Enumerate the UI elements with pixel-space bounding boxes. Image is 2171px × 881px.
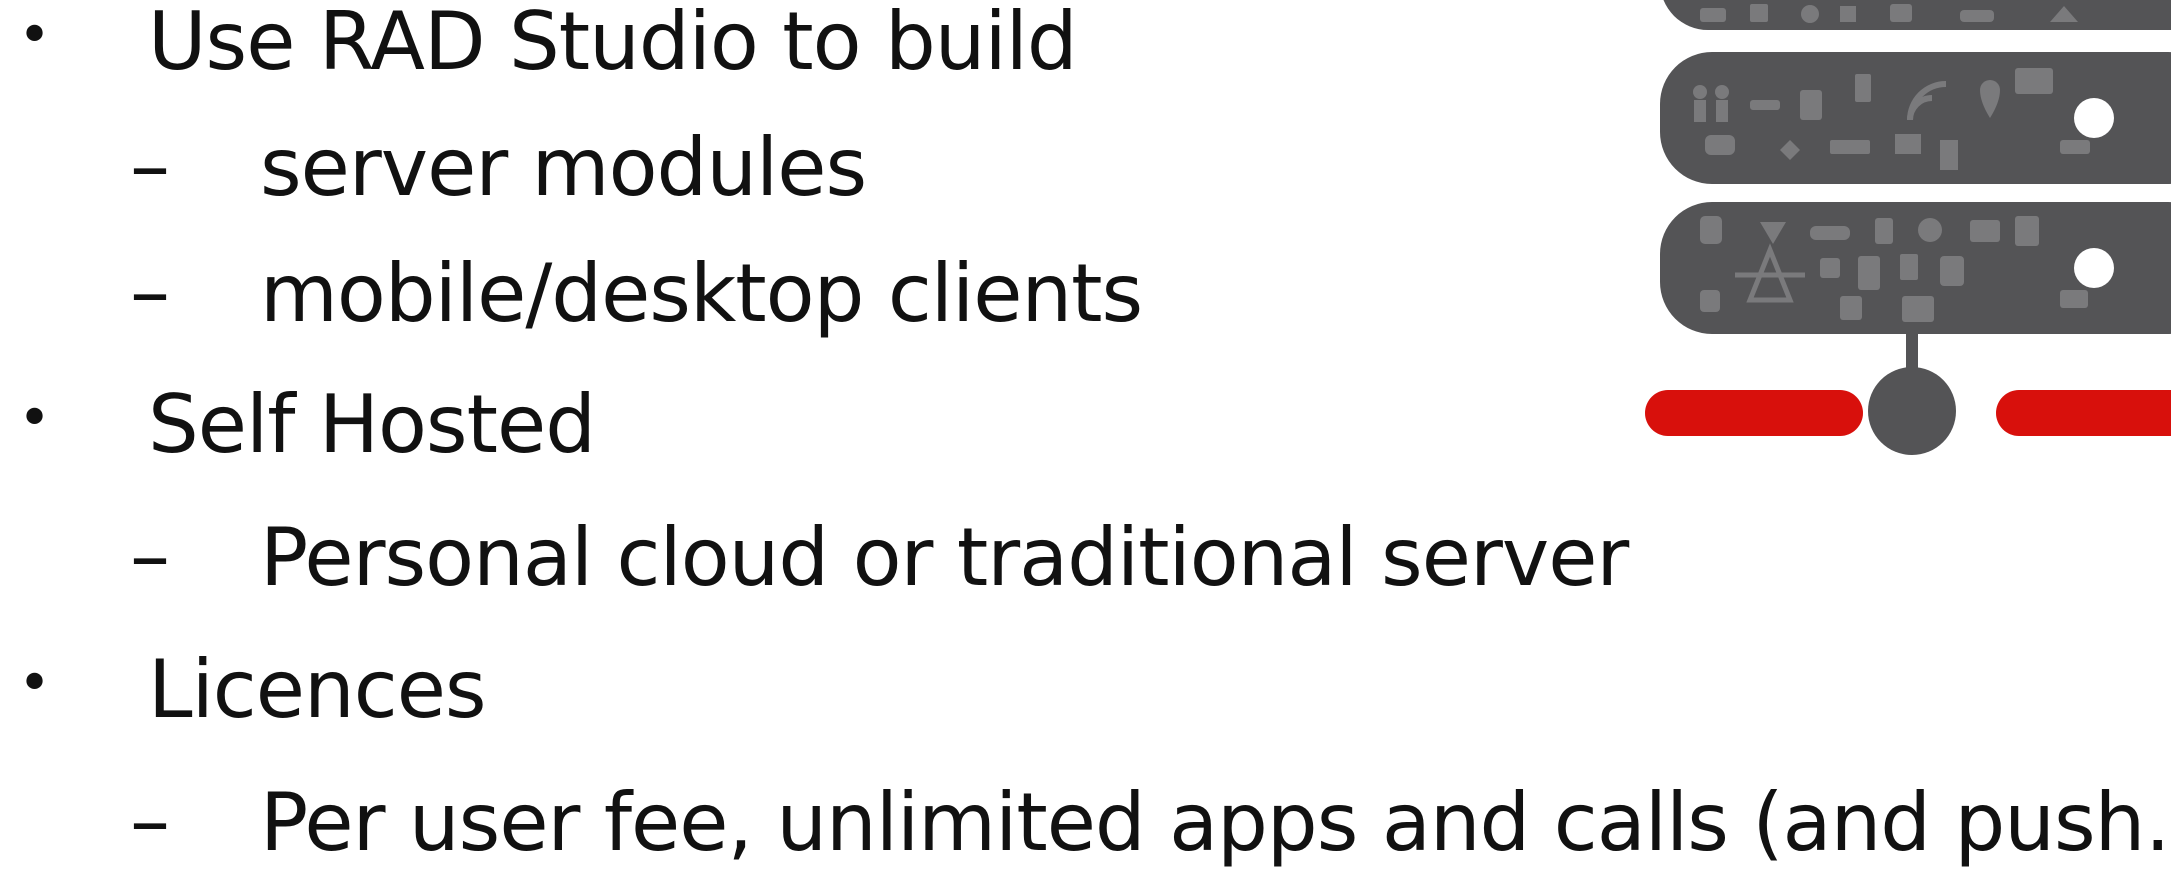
bullet-text: Use RAD Studio to build — [148, 0, 1078, 88]
bullet-marker: • — [18, 651, 52, 716]
server-led — [2074, 98, 2114, 138]
sub-bullet-text: Personal cloud or traditional server — [260, 511, 1629, 604]
sub-bullet-text: server modules — [260, 121, 867, 214]
server-led — [2074, 248, 2114, 288]
bullet-text: Licences — [148, 643, 487, 736]
bullet-marker: • — [18, 386, 52, 451]
sub-bullet-marker: – — [130, 119, 170, 212]
sub-bullet-marker: – — [130, 774, 170, 867]
network-bar-left — [1645, 390, 1863, 436]
bullet-text: Self Hosted — [148, 378, 596, 471]
sub-bullet-text: Per user fee, unlimited apps and calls (… — [260, 776, 2171, 869]
bullet-marker: • — [18, 3, 52, 68]
server-stack-icon — [1645, 0, 2171, 455]
server-unit-top — [1663, 0, 2171, 30]
slide: • Use RAD Studio to build – server modul… — [0, 0, 2171, 881]
sub-bullet-text: mobile/desktop clients — [260, 247, 1143, 340]
network-node — [1868, 367, 1956, 455]
sub-bullet-marker: – — [130, 509, 170, 602]
sub-bullet-marker: – — [130, 245, 170, 338]
network-bar-right — [1996, 390, 2171, 436]
